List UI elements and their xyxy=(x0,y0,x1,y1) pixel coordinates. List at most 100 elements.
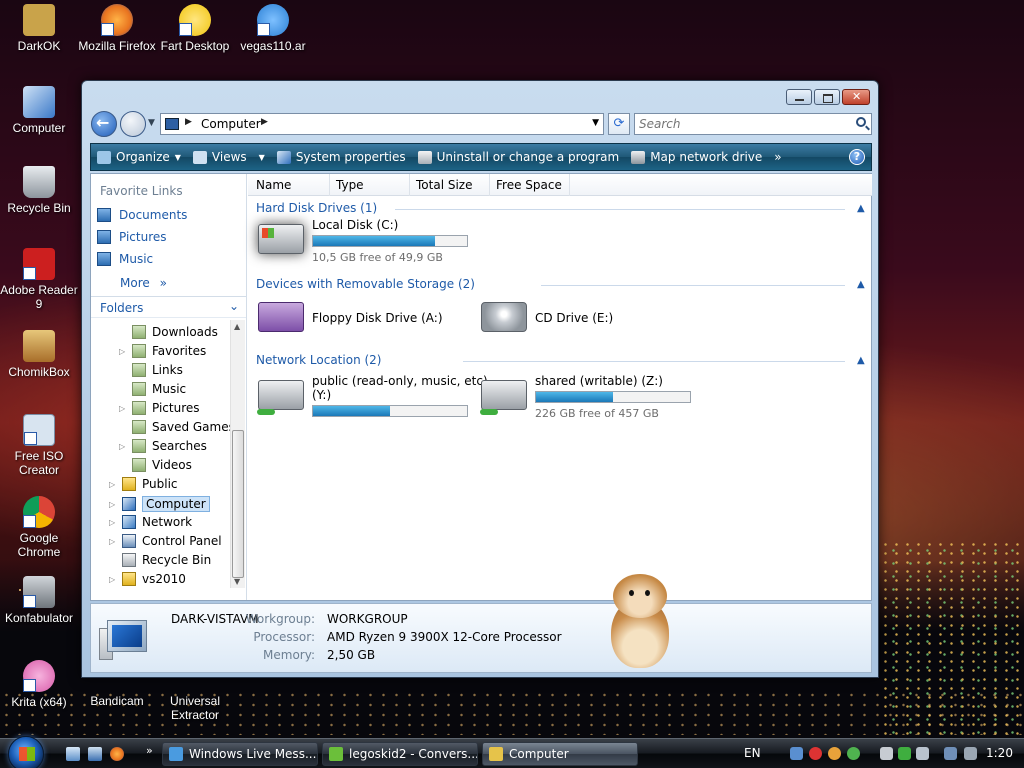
collapse-icon[interactable]: ▲ xyxy=(857,279,865,290)
keyboard-tray-icon[interactable] xyxy=(916,747,929,760)
favorite-link-documents[interactable]: Documents xyxy=(97,208,187,222)
recent-pages-dropdown[interactable]: ▼ xyxy=(148,118,155,128)
scroll-down-icon[interactable]: ▼ xyxy=(234,577,240,586)
expand-arrow-icon[interactable]: ▷ xyxy=(109,575,119,584)
more-links[interactable]: More » xyxy=(120,276,167,290)
safely-remove-tray-icon[interactable] xyxy=(898,747,911,760)
device-tray-icon[interactable] xyxy=(880,747,893,760)
maximize-button[interactable] xyxy=(814,89,840,105)
system-properties-button[interactable]: System properties xyxy=(276,150,406,164)
expand-arrow-icon[interactable]: ▷ xyxy=(109,518,119,527)
antivirus-tray-icon[interactable] xyxy=(809,747,822,760)
breadcrumb-chevron-icon[interactable]: ▶ xyxy=(185,117,192,127)
organize-button[interactable]: Organize ▼ xyxy=(97,150,181,164)
expand-arrow-icon[interactable]: ▷ xyxy=(109,480,119,489)
start-button[interactable] xyxy=(8,736,44,768)
desktop-icon-firefox[interactable]: Mozilla Firefox xyxy=(78,4,156,53)
back-button[interactable] xyxy=(91,111,117,137)
favorite-link-pictures[interactable]: Pictures xyxy=(97,230,167,244)
desktop-icon-krita[interactable]: Krita (x64) xyxy=(0,660,78,709)
show-desktop-icon[interactable] xyxy=(66,747,80,761)
tree-item-recycle-bin[interactable]: Recycle Bin xyxy=(109,553,211,567)
address-bar[interactable]: ▶ Computer ▶ ▼ xyxy=(160,113,604,135)
language-indicator[interactable]: EN xyxy=(744,746,761,760)
desktop-icon-chomikbox[interactable]: ChomikBox xyxy=(0,330,78,379)
tree-item-control-panel[interactable]: ▷ Control Panel xyxy=(109,534,222,548)
expand-arrow-icon[interactable]: ▷ xyxy=(119,404,129,413)
breadcrumb-chevron-icon[interactable]: ▶ xyxy=(261,117,268,127)
expand-arrow-icon[interactable]: ▷ xyxy=(119,442,129,451)
folders-header[interactable]: Folders ⌄ xyxy=(91,296,246,318)
column-free-space[interactable]: Free Space xyxy=(496,178,562,192)
search-input[interactable] xyxy=(639,115,839,133)
tree-item-music[interactable]: Music xyxy=(119,382,186,396)
tree-item-searches[interactable]: ▷ Searches xyxy=(119,439,207,453)
tree-item-videos[interactable]: Videos xyxy=(119,458,192,472)
forward-button[interactable] xyxy=(120,111,146,137)
drive-shared-z[interactable]: shared (writable) (Z:) 226 GB free of 45… xyxy=(480,374,701,420)
group-network-location[interactable]: Network Location (2) xyxy=(256,353,381,367)
search-box[interactable] xyxy=(634,113,872,135)
network-connection-tray-icon[interactable] xyxy=(944,747,957,760)
desktop-icon-fart-desktop[interactable]: Fart Desktop xyxy=(156,4,234,53)
tree-item-favorites[interactable]: ▷ Favorites xyxy=(119,344,206,358)
desktop-icon-free-iso-creator[interactable]: Free ISO Creator xyxy=(0,414,78,477)
desktop-icon-computer[interactable]: Computer xyxy=(0,86,78,135)
search-icon[interactable] xyxy=(856,117,866,127)
desktop-icon-adobe-reader[interactable]: Adobe Reader 9 xyxy=(0,248,78,311)
favorite-link-music[interactable]: Music xyxy=(97,252,153,266)
views-button[interactable]: Views ▼ xyxy=(192,150,265,164)
desktop-icon-google-chrome[interactable]: Google Chrome xyxy=(0,496,78,559)
switch-windows-icon[interactable] xyxy=(88,747,102,761)
app-tray-icon[interactable] xyxy=(828,747,841,760)
desktop-icon-vegas[interactable]: vegas110.ar xyxy=(234,4,312,53)
tree-item-public[interactable]: ▷ Public xyxy=(109,477,178,491)
drive-public-y[interactable]: public (read-only, music, etc) (Y:) xyxy=(257,374,488,417)
breadcrumb-computer[interactable]: Computer xyxy=(201,117,261,131)
firefox-icon[interactable] xyxy=(110,747,124,761)
refresh-button[interactable]: ⟳ xyxy=(608,113,630,135)
expand-arrow-icon[interactable]: ▷ xyxy=(109,537,119,546)
desktop-icon-universal-extractor[interactable]: Universal Extractor xyxy=(156,694,234,722)
volume-tray-icon[interactable] xyxy=(964,747,977,760)
desktop-icon-darkok[interactable]: DarkOK xyxy=(0,4,78,53)
tree-item-computer[interactable]: ▷ Computer xyxy=(109,496,210,512)
column-name[interactable]: Name xyxy=(256,178,291,192)
tree-item-pictures[interactable]: ▷ Pictures xyxy=(119,401,200,415)
drive-cd-e[interactable]: CD Drive (E:) xyxy=(481,296,661,336)
expand-arrow-icon[interactable]: ▷ xyxy=(119,347,129,356)
help-icon[interactable]: ? xyxy=(849,149,865,165)
tree-item-links[interactable]: Links xyxy=(119,363,183,377)
expand-arrow-icon[interactable]: ▷ xyxy=(109,500,119,509)
drive-floppy-a[interactable]: Floppy Disk Drive (A:) xyxy=(258,296,458,336)
desktop-icon-bandicam[interactable]: Bandicam xyxy=(78,694,156,708)
taskbar-button-conversation[interactable]: legoskid2 - Convers... xyxy=(322,742,478,766)
desktop-icon-recycle-bin[interactable]: Recycle Bin xyxy=(0,166,78,215)
column-total-size[interactable]: Total Size xyxy=(416,178,472,192)
tree-item-vs2010[interactable]: ▷ vs2010 xyxy=(109,572,186,586)
collapse-icon[interactable]: ▲ xyxy=(857,355,865,366)
messenger-tray-icon[interactable] xyxy=(847,747,860,760)
tree-item-saved-games[interactable]: Saved Games xyxy=(119,420,235,434)
tree-item-downloads[interactable]: Downloads xyxy=(119,325,218,339)
minimize-button[interactable] xyxy=(786,89,812,105)
network-tray-icon[interactable] xyxy=(790,747,803,760)
quick-launch-overflow-icon[interactable]: » xyxy=(146,744,153,757)
drive-local-disk-c[interactable]: Local Disk (C:) 10,5 GB free of 49,9 GB xyxy=(258,218,478,264)
scrollbar-thumb[interactable] xyxy=(232,430,244,578)
close-button[interactable] xyxy=(842,89,870,105)
desktop-icon-konfabulator[interactable]: Konfabulator xyxy=(0,576,78,625)
column-type[interactable]: Type xyxy=(336,178,364,192)
collapse-icon[interactable]: ▲ xyxy=(857,203,865,214)
tree-item-network[interactable]: ▷ Network xyxy=(109,515,192,529)
clock[interactable]: 1:20 xyxy=(986,746,1013,760)
uninstall-program-button[interactable]: Uninstall or change a program xyxy=(417,150,619,164)
group-hard-disk-drives[interactable]: Hard Disk Drives (1) xyxy=(256,201,377,215)
taskbar-button-computer[interactable]: Computer xyxy=(482,742,638,766)
address-dropdown-icon[interactable]: ▼ xyxy=(592,118,599,128)
taskbar-button-windows-live-messenger[interactable]: Windows Live Mess... xyxy=(162,742,318,766)
toolbar-overflow-button[interactable]: » xyxy=(774,150,781,164)
scroll-up-icon[interactable]: ▲ xyxy=(234,322,240,331)
folders-scrollbar[interactable]: ▲ ▼ xyxy=(230,320,245,588)
group-removable-storage[interactable]: Devices with Removable Storage (2) xyxy=(256,277,475,291)
